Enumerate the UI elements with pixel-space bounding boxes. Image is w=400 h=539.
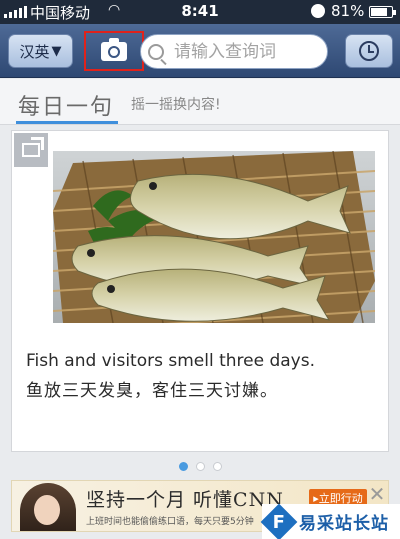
top-toolbar: 汉英 ▼: [0, 24, 400, 78]
ad-person-image: [20, 483, 76, 531]
camera-button[interactable]: [84, 31, 144, 71]
close-icon[interactable]: ✕: [366, 482, 388, 506]
battery-icon: [369, 6, 396, 18]
language-direction-button[interactable]: 汉英 ▼: [8, 34, 73, 68]
site-logo-icon: F: [260, 503, 298, 539]
page-dot[interactable]: [178, 462, 188, 471]
shake-hint: 摇一摇换内容!: [131, 97, 221, 113]
battery-percent: 81%: [331, 2, 365, 20]
ad-headline: 坚持一个月 听懂CNN: [86, 489, 284, 511]
daily-sentence-header: 每日一句 摇一摇换内容!: [0, 79, 400, 125]
page-indicator: [0, 462, 400, 471]
share-icon[interactable]: [14, 133, 48, 167]
search-icon: [148, 43, 164, 60]
rotation-lock-icon: [311, 4, 325, 18]
daily-sentence-card[interactable]: Fish and visitors smell three days. 鱼放三天…: [11, 130, 389, 452]
page-dot[interactable]: [212, 462, 222, 471]
clock-icon: [359, 41, 379, 61]
quote-english: Fish and visitors smell three days.: [26, 351, 315, 371]
ad-subtext: 上班时间也能偷偷练口语，每天只要5分钟: [86, 517, 254, 527]
tab-daily-sentence[interactable]: 每日一句: [18, 89, 114, 121]
site-watermark: F 易采站长站: [260, 503, 400, 539]
camera-icon: [101, 37, 127, 61]
page-dot[interactable]: [195, 462, 205, 471]
divider: [0, 124, 400, 125]
site-name: 易采站长站: [299, 514, 389, 534]
chevron-down-icon: ▼: [51, 43, 62, 59]
search-input[interactable]: [174, 41, 324, 62]
search-box[interactable]: [140, 34, 328, 69]
status-bar: 中国移动 ◠ 8:41 81%: [0, 0, 400, 24]
history-button[interactable]: [345, 34, 393, 68]
language-label: 汉英: [19, 42, 50, 61]
fish-photo: [53, 151, 375, 323]
quote-chinese: 鱼放三天发臭，客住三天讨嫌。: [26, 381, 278, 401]
